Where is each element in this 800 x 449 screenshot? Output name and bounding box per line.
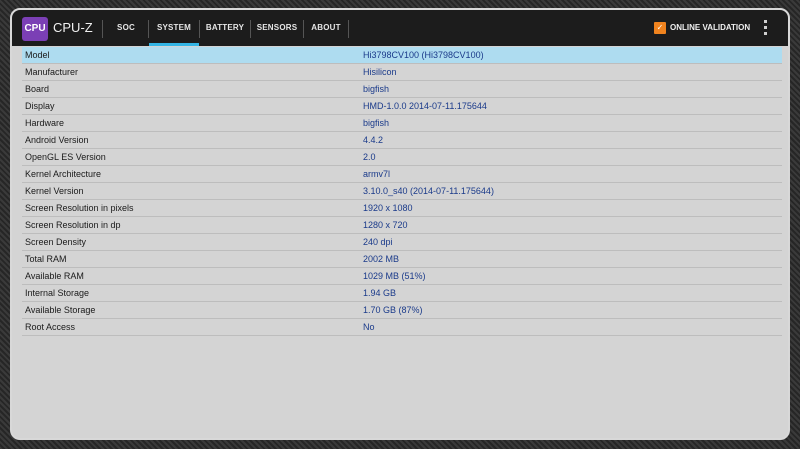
row-label: Board <box>25 84 50 94</box>
action-bar: CPU Z CPU-Z SOC SYSTEM BATTERY SENSORS A… <box>12 10 788 58</box>
table-row[interactable]: Available Storage 1.70 GB (87%) <box>22 302 782 319</box>
app-title: CPU-Z <box>53 20 93 35</box>
table-row[interactable]: Model Hi3798CV100 (Hi3798CV100) <box>22 47 782 64</box>
table-row[interactable]: Internal Storage 1.94 GB <box>22 285 782 302</box>
row-value: bigfish <box>363 84 390 94</box>
row-label: Total RAM <box>25 254 67 264</box>
row-value: 2002 MB <box>363 254 400 264</box>
table-row[interactable]: Total RAM 2002 MB <box>22 251 782 268</box>
table-row[interactable]: Display HMD-1.0.0 2014-07-11.175644 <box>22 98 782 115</box>
row-value: 1029 MB (51%) <box>363 271 426 281</box>
row-value: 1.94 GB <box>363 288 397 298</box>
row-label: Manufacturer <box>25 67 79 77</box>
row-value: 2.0 <box>363 152 376 162</box>
tab-divider <box>102 20 103 38</box>
table-row[interactable]: OpenGL ES Version 2.0 <box>22 149 782 166</box>
row-value: 1920 x 1080 <box>363 203 413 213</box>
table-row[interactable]: Screen Density 240 dpi <box>22 234 782 251</box>
table-row[interactable]: Kernel Version 3.10.0_s40 (2014-07-11.175… <box>22 183 782 200</box>
row-value: armv7l <box>363 169 391 179</box>
row-label: Hardware <box>25 118 65 128</box>
row-value: 240 dpi <box>363 237 393 247</box>
row-label: Screen Resolution in dp <box>25 220 121 230</box>
row-label: Root Access <box>25 322 76 332</box>
row-value: Hisilicon <box>363 67 397 77</box>
tab-battery[interactable]: BATTERY <box>200 10 250 46</box>
row-value: 3.10.0_s40 (2014-07-11.175644) <box>363 186 494 196</box>
row-label: Available RAM <box>25 271 84 281</box>
table-row[interactable]: Android Version 4.4.2 <box>22 132 782 149</box>
row-label: Screen Density <box>25 237 87 247</box>
table-row[interactable]: Board bigfish <box>22 81 782 98</box>
row-value: HMD-1.0.0 2014-07-11.175644 <box>363 101 487 111</box>
overflow-menu-icon[interactable] <box>762 20 768 36</box>
row-value: 1280 x 720 <box>363 220 408 230</box>
row-label: Internal Storage <box>25 288 90 298</box>
table-row[interactable]: Root Access No <box>22 319 782 336</box>
tab-about[interactable]: ABOUT <box>304 10 348 46</box>
table-row[interactable]: Hardware bigfish <box>22 115 782 132</box>
tab-divider <box>348 20 349 38</box>
tab-soc[interactable]: SOC <box>104 10 148 46</box>
row-label: Display <box>25 101 55 111</box>
row-label: Kernel Version <box>25 186 84 196</box>
row-label: Android Version <box>25 135 89 145</box>
table-row[interactable]: Screen Resolution in dp 1280 x 720 <box>22 217 782 234</box>
row-value: Hi3798CV100 (Hi3798CV100) <box>363 50 484 60</box>
row-value: No <box>363 322 375 332</box>
row-label: Screen Resolution in pixels <box>25 203 134 213</box>
row-label: Available Storage <box>25 305 96 315</box>
tab-system[interactable]: SYSTEM <box>149 10 199 46</box>
table-row[interactable]: Screen Resolution in pixels 1920 x 1080 <box>22 200 782 217</box>
row-value: 4.4.2 <box>363 135 384 145</box>
online-validation-icon: ✓ <box>654 21 666 34</box>
row-value: 1.70 GB (87%) <box>363 305 423 315</box>
online-validation-label: ONLINE VALIDATION <box>670 23 751 32</box>
row-label: Model <box>25 50 50 60</box>
row-label: Kernel Architecture <box>25 169 102 179</box>
table-row[interactable]: Manufacturer Hisilicon <box>22 64 782 81</box>
tab-sensors[interactable]: SENSORS <box>251 10 303 46</box>
cpu-z-app-icon[interactable]: CPU Z <box>22 17 48 58</box>
table-row[interactable]: Kernel Architecture armv7l <box>22 166 782 183</box>
online-validation-button[interactable]: ✓ ONLINE VALIDATION <box>654 10 750 46</box>
row-value: bigfish <box>363 118 390 128</box>
table-row[interactable]: Available RAM 1029 MB (51%) <box>22 268 782 285</box>
device-screen: CPU Z CPU-Z SOC SYSTEM BATTERY SENSORS A… <box>10 8 790 440</box>
system-info-table: Model Hi3798CV100 (Hi3798CV100) Manufactu… <box>22 47 782 336</box>
row-label: OpenGL ES Version <box>25 152 106 162</box>
